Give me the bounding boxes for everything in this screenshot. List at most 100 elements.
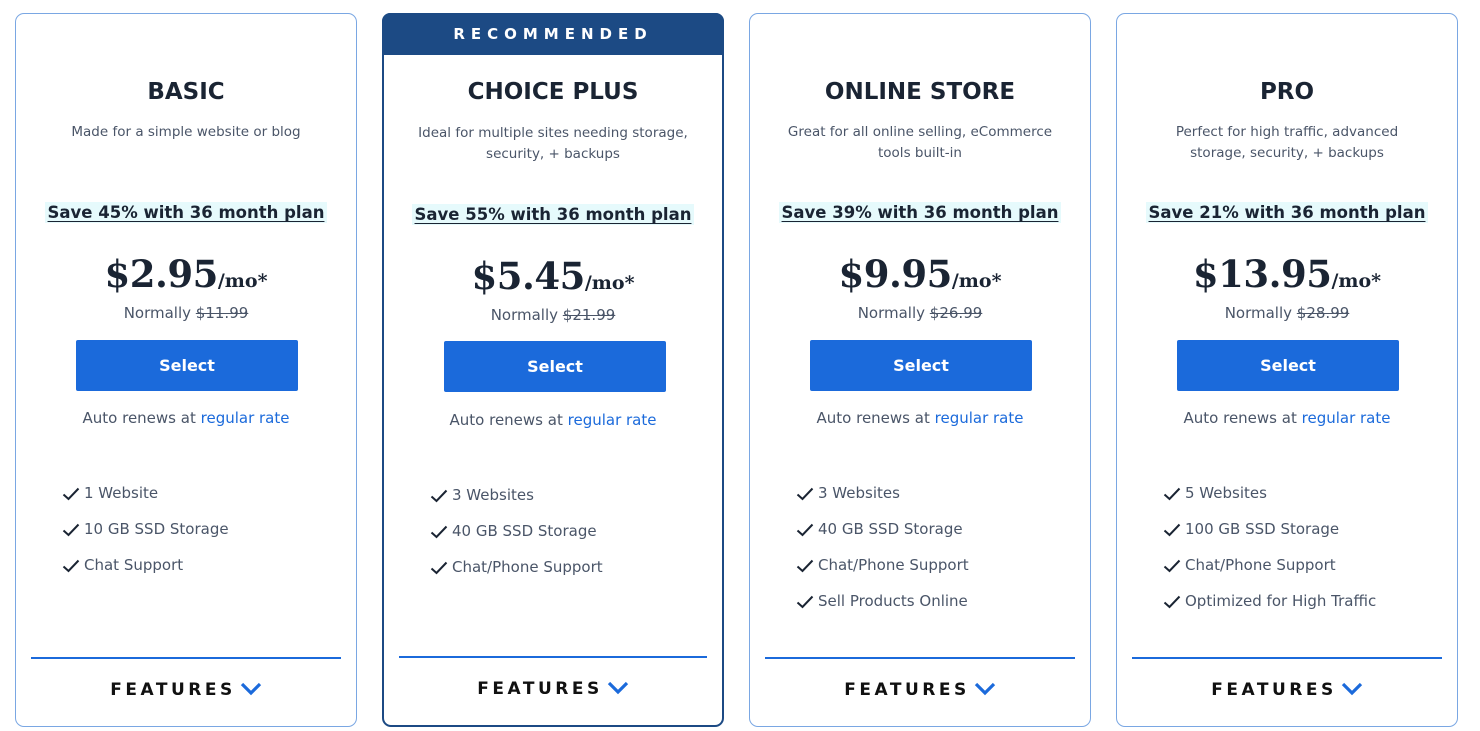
plan-card-pro: PRO Perfect for high traffic, advanced s…: [1116, 13, 1458, 727]
feature-list: 3 Websites 40 GB SSD Storage Chat/Phone …: [430, 486, 603, 594]
check-icon: [796, 523, 814, 537]
check-icon: [62, 487, 80, 501]
feature-item: 40 GB SSD Storage: [796, 520, 969, 556]
feature-item: Chat Support: [62, 556, 229, 592]
divider: [765, 657, 1075, 659]
check-icon: [796, 487, 814, 501]
feature-label: Chat/Phone Support: [1185, 556, 1336, 574]
feature-item: 3 Websites: [430, 486, 603, 522]
chevron-down-icon: [240, 682, 261, 696]
plan-card-basic: BASIC Made for a simple website or blog …: [15, 13, 357, 727]
feature-list: 5 Websites 100 GB SSD Storage Chat/Phone…: [1163, 484, 1376, 628]
feature-item: 40 GB SSD Storage: [430, 522, 603, 558]
price-period: /mo*: [217, 270, 268, 292]
regular-rate-link[interactable]: regular rate: [1302, 409, 1391, 427]
chevron-down-icon: [607, 681, 628, 695]
renew-prefix: Auto renews at: [82, 409, 196, 427]
check-icon: [1163, 595, 1181, 609]
feature-item: 100 GB SSD Storage: [1163, 520, 1376, 556]
plan-name: PRO: [1259, 79, 1315, 105]
auto-renew-note: Auto renews at regular rate: [1117, 409, 1457, 427]
renew-prefix: Auto renews at: [449, 411, 563, 429]
feature-label: 100 GB SSD Storage: [1185, 520, 1340, 538]
plan-description: Made for a simple website or blog: [71, 124, 301, 140]
price-period: /mo*: [584, 272, 635, 294]
auto-renew-note: Auto renews at regular rate: [750, 409, 1090, 427]
price-amount: $2.95: [104, 252, 218, 296]
feature-label: Chat/Phone Support: [818, 556, 969, 574]
save-offer-link[interactable]: Save 39% with 36 month plan: [778, 202, 1062, 223]
check-icon: [796, 559, 814, 573]
feature-label: 5 Websites: [1185, 484, 1267, 502]
feature-label: 1 Website: [84, 484, 159, 502]
features-toggle-label: FEATURES: [1211, 680, 1337, 700]
plan-name: CHOICE PLUS: [467, 79, 639, 105]
price-amount: $13.95: [1192, 252, 1332, 296]
chevron-down-icon: [1341, 682, 1362, 696]
regular-rate-link[interactable]: regular rate: [201, 409, 290, 427]
feature-list: 3 Websites 40 GB SSD Storage Chat/Phone …: [796, 484, 969, 628]
chevron-down-icon: [974, 682, 995, 696]
features-toggle[interactable]: FEATURES: [750, 680, 1090, 700]
save-offer-link[interactable]: Save 55% with 36 month plan: [411, 204, 695, 225]
price-period: /mo*: [1331, 270, 1382, 292]
normally-label: Normally: [1224, 304, 1293, 322]
features-toggle-label: FEATURES: [110, 680, 236, 700]
save-offer: Save 45% with 36 month plan: [16, 202, 356, 223]
normal-price: Normally $26.99: [750, 304, 1090, 322]
feature-item: 10 GB SSD Storage: [62, 520, 229, 556]
plan-card-online-store: ONLINE STORE Great for all online sellin…: [749, 13, 1091, 727]
check-icon: [1163, 523, 1181, 537]
select-button[interactable]: Select: [76, 340, 298, 391]
select-button[interactable]: Select: [444, 341, 666, 392]
feature-label: 10 GB SSD Storage: [84, 520, 229, 538]
price-amount: $9.95: [838, 252, 952, 296]
check-icon: [62, 523, 80, 537]
normally-price: $11.99: [195, 304, 249, 322]
features-toggle[interactable]: FEATURES: [384, 679, 722, 699]
renew-prefix: Auto renews at: [1183, 409, 1297, 427]
normally-label: Normally: [490, 306, 559, 324]
price: $9.95/mo*: [750, 252, 1090, 296]
save-offer: Save 39% with 36 month plan: [750, 202, 1090, 223]
save-offer: Save 55% with 36 month plan: [384, 204, 722, 225]
save-offer-link[interactable]: Save 45% with 36 month plan: [44, 202, 328, 223]
features-toggle[interactable]: FEATURES: [1117, 680, 1457, 700]
features-toggle-label: FEATURES: [477, 679, 603, 699]
features-toggle[interactable]: FEATURES: [16, 680, 356, 700]
divider: [1132, 657, 1442, 659]
check-icon: [62, 559, 80, 573]
normal-price: Normally $28.99: [1117, 304, 1457, 322]
feature-item: Optimized for High Traffic: [1163, 592, 1376, 628]
plan-name: BASIC: [147, 79, 225, 105]
regular-rate-link[interactable]: regular rate: [935, 409, 1024, 427]
auto-renew-note: Auto renews at regular rate: [16, 409, 356, 427]
select-button[interactable]: Select: [1177, 340, 1399, 391]
feature-list: 1 Website 10 GB SSD Storage Chat Support: [62, 484, 229, 592]
plan-name: ONLINE STORE: [824, 79, 1016, 105]
price-period: /mo*: [951, 270, 1002, 292]
price: $2.95/mo*: [16, 252, 356, 296]
check-icon: [430, 525, 448, 539]
price: $5.45/mo*: [384, 254, 722, 298]
regular-rate-link[interactable]: regular rate: [568, 411, 657, 429]
feature-item: Chat/Phone Support: [430, 558, 603, 594]
feature-label: 3 Websites: [452, 486, 534, 504]
save-offer-link[interactable]: Save 21% with 36 month plan: [1145, 202, 1429, 223]
price-amount: $5.45: [471, 254, 585, 298]
plan-description: Great for all online selling, eCommerce …: [787, 124, 1053, 161]
feature-label: Chat/Phone Support: [452, 558, 603, 576]
plan-card-choice-plus: RECOMMENDED CHOICE PLUS Ideal for multip…: [382, 13, 724, 727]
feature-label: Optimized for High Traffic: [1185, 592, 1377, 610]
save-offer: Save 21% with 36 month plan: [1117, 202, 1457, 223]
feature-item: Chat/Phone Support: [796, 556, 969, 592]
select-button[interactable]: Select: [810, 340, 1032, 391]
recommended-banner: RECOMMENDED: [382, 13, 724, 55]
auto-renew-note: Auto renews at regular rate: [384, 411, 722, 429]
normal-price: Normally $21.99: [384, 306, 722, 324]
price: $13.95/mo*: [1117, 252, 1457, 296]
feature-item: Sell Products Online: [796, 592, 969, 628]
check-icon: [430, 489, 448, 503]
check-icon: [1163, 559, 1181, 573]
feature-label: 40 GB SSD Storage: [452, 522, 597, 540]
